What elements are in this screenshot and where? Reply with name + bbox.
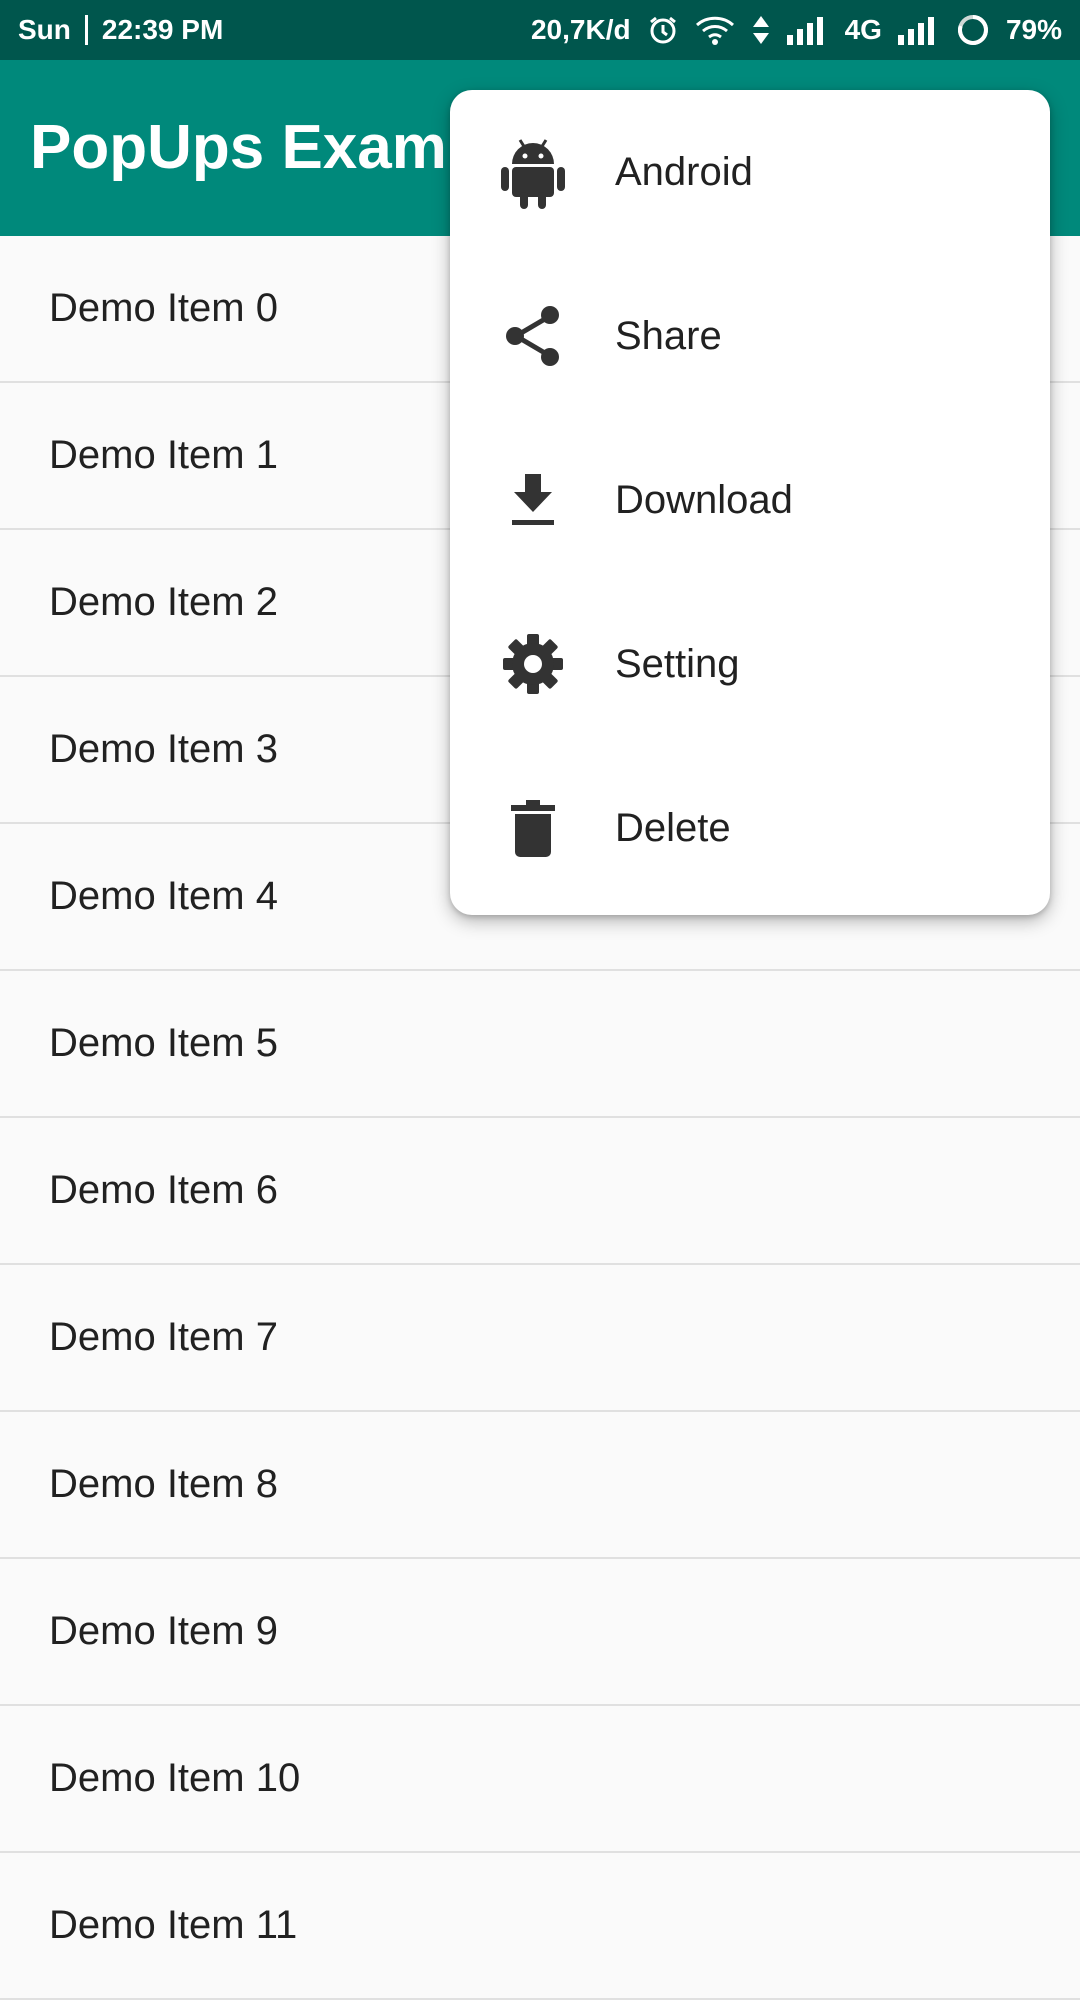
data-transfer-icon <box>751 14 771 46</box>
list-item-label: Demo Item 1 <box>49 433 278 477</box>
trash-icon <box>498 793 568 863</box>
gear-icon <box>498 629 568 699</box>
menu-item-label: Download <box>615 477 793 522</box>
popup-menu: Android Share Download Setting Delete <box>450 90 1050 915</box>
menu-item-label: Share <box>615 313 722 358</box>
alarm-icon <box>647 14 679 46</box>
list-item-label: Demo Item 5 <box>49 1021 278 1065</box>
list-item[interactable]: Demo Item 7 <box>0 1265 1080 1412</box>
list-item-label: Demo Item 3 <box>49 727 278 771</box>
menu-item-setting[interactable]: Setting <box>450 582 1050 746</box>
menu-item-label: Delete <box>615 805 731 850</box>
list-item-label: Demo Item 2 <box>49 580 278 624</box>
list-item[interactable]: Demo Item 8 <box>0 1412 1080 1559</box>
battery-ring-icon <box>956 13 990 47</box>
battery-percent: 79% <box>1005 14 1062 45</box>
wifi-icon <box>695 15 735 45</box>
menu-item-share[interactable]: Share <box>450 254 1050 418</box>
android-icon <box>498 137 568 209</box>
list-item[interactable]: Demo Item 6 <box>0 1118 1080 1265</box>
list-item[interactable]: Demo Item 5 <box>0 971 1080 1118</box>
signal-icon <box>786 15 829 45</box>
list-item[interactable]: Demo Item 11 <box>0 1853 1080 2000</box>
list-item-label: Demo Item 11 <box>49 1903 298 1947</box>
status-bar: Sun 22:39 PM 20,7K/d 4G 79% <box>0 0 1080 60</box>
list-item-label: Demo Item 6 <box>49 1168 278 1212</box>
signal-icon-2 <box>897 15 940 45</box>
list-item-label: Demo Item 10 <box>49 1756 301 1800</box>
list-item[interactable]: Demo Item 9 <box>0 1559 1080 1706</box>
status-day: Sun <box>18 14 71 45</box>
status-time: 22:39 PM <box>101 14 224 45</box>
menu-item-label: Android <box>615 149 753 194</box>
list-item-label: Demo Item 0 <box>49 286 278 330</box>
list-item-label: Demo Item 8 <box>49 1462 278 1506</box>
network-speed: 20,7K/d <box>530 14 631 45</box>
list-item-label: Demo Item 4 <box>49 874 278 918</box>
menu-item-label: Setting <box>615 641 740 686</box>
list-item[interactable]: Demo Item 10 <box>0 1706 1080 1853</box>
menu-item-delete[interactable]: Delete <box>450 746 1050 910</box>
network-type: 4G <box>844 14 882 45</box>
status-separator <box>84 15 88 45</box>
menu-item-android[interactable]: Android <box>450 90 1050 254</box>
share-icon <box>498 301 568 371</box>
list-item-label: Demo Item 9 <box>49 1609 278 1653</box>
list-item-label: Demo Item 7 <box>49 1315 278 1359</box>
download-icon <box>498 465 568 535</box>
menu-item-download[interactable]: Download <box>450 418 1050 582</box>
